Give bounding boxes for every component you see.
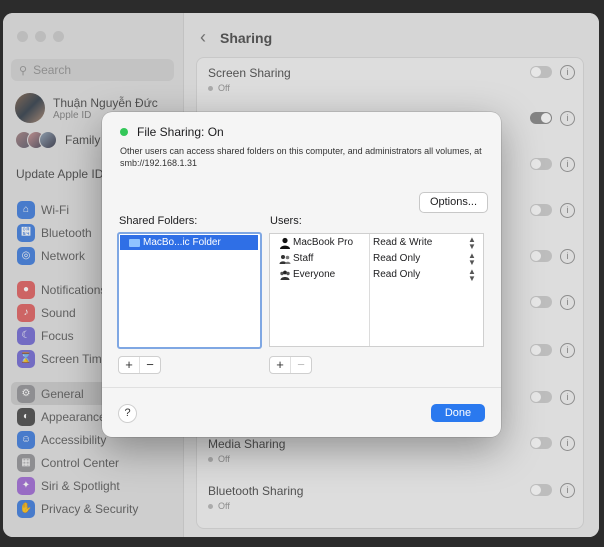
add-folder-button[interactable]: +	[119, 357, 139, 373]
table-row[interactable]: Everyone Read Only ▲ ▼	[270, 268, 483, 284]
done-button[interactable]: Done	[431, 404, 485, 422]
person-icon	[280, 237, 290, 249]
status-on-icon	[120, 128, 128, 136]
chevron-updown-icon: ▲ ▼	[468, 267, 476, 283]
table-row[interactable]: MacBook Pro Read & Write ▲ ▼	[270, 236, 483, 252]
dialog-title: File Sharing: On	[137, 125, 224, 139]
chevron-updown-icon: ▲ ▼	[468, 235, 476, 251]
folders-add-remove-control: + −	[118, 356, 161, 374]
shared-folders-label: Shared Folders:	[119, 215, 198, 227]
permission-popup[interactable]: Read Only	[373, 253, 420, 264]
chevron-updown-icon: ▲ ▼	[468, 251, 476, 267]
add-user-button[interactable]: +	[270, 357, 290, 373]
remove-folder-button[interactable]: −	[139, 357, 160, 373]
dialog-divider	[102, 387, 501, 388]
permission-popup[interactable]: Read Only	[373, 269, 420, 280]
group-icon	[279, 255, 291, 264]
remove-user-button[interactable]: −	[290, 357, 311, 373]
options-button[interactable]: Options...	[419, 192, 488, 213]
everyone-icon	[280, 270, 290, 280]
permission-popup[interactable]: Read & Write	[373, 237, 432, 248]
dialog-header: File Sharing: On	[120, 125, 224, 139]
users-table[interactable]: MacBook Pro Read & Write ▲ ▼ Staff Read O…	[269, 233, 484, 347]
list-item[interactable]: MacBo...ic Folder	[120, 235, 258, 250]
dialog-description: Other users can access shared folders on…	[120, 146, 482, 168]
shared-folders-list[interactable]: MacBo...ic Folder	[117, 232, 262, 349]
table-row[interactable]: Staff Read Only ▲ ▼	[270, 252, 483, 268]
users-add-remove-control: + −	[269, 356, 312, 374]
help-button[interactable]: ?	[118, 404, 137, 423]
users-label: Users:	[270, 215, 302, 227]
file-sharing-dialog: File Sharing: On Other users can access …	[102, 112, 501, 437]
folder-icon	[129, 238, 140, 247]
